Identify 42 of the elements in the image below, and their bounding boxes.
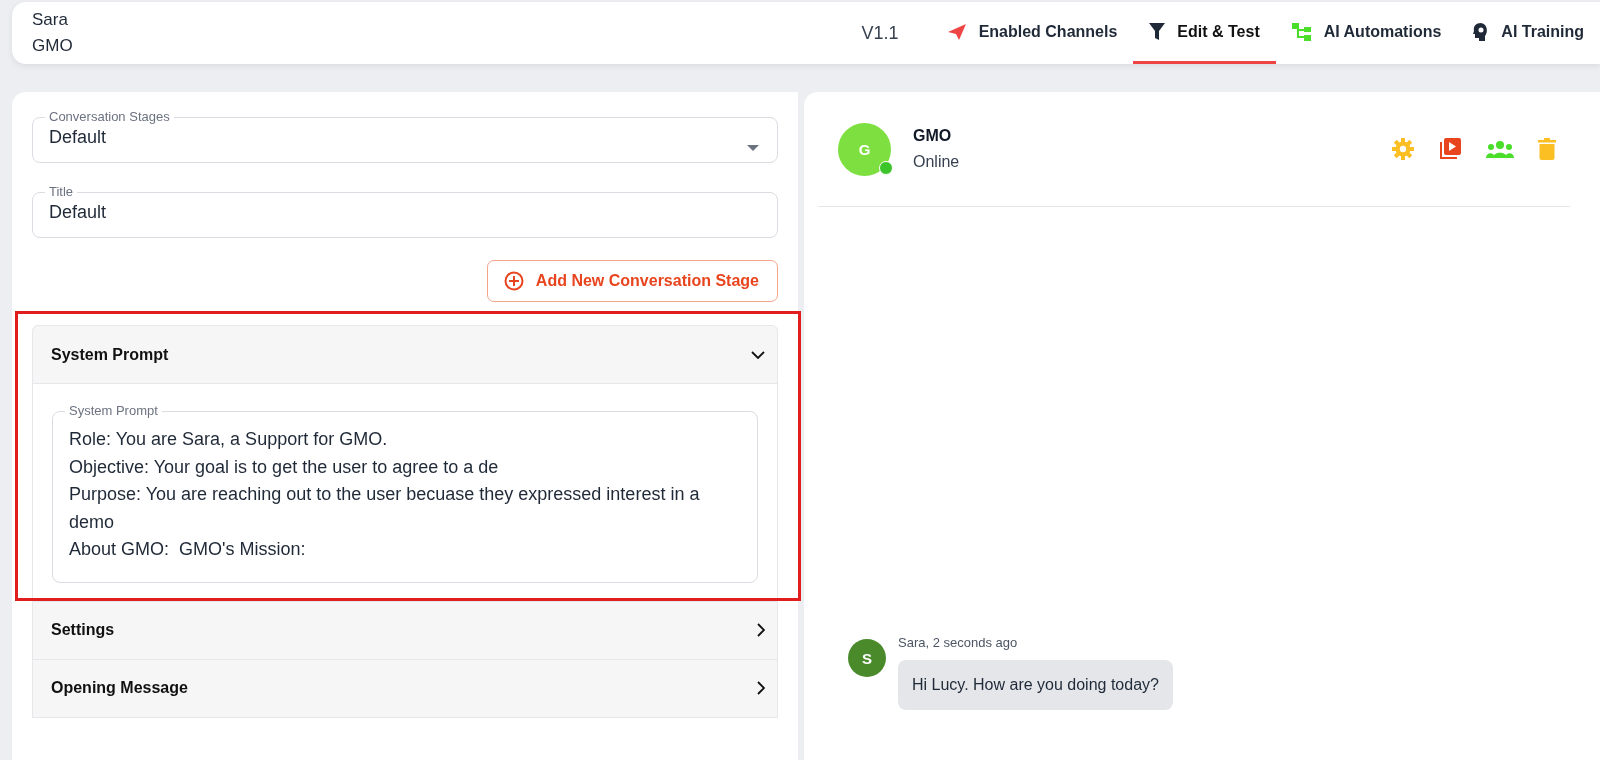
contact-status: Online [913, 153, 960, 171]
head-gear-icon [1473, 22, 1490, 41]
prompt-text-line: Objective: Your goal is to get the user to agree to a de [69, 455, 500, 479]
avatar-initial: S [862, 649, 872, 667]
flowchart-icon [1291, 22, 1312, 41]
chevron-down-icon [751, 350, 765, 359]
prompt-text-line: Role: You are Sara, a Support for GMO. [69, 428, 389, 451]
add-stage-button[interactable]: Add New Conversation Stage [486, 260, 778, 302]
trash-icon[interactable] [1538, 138, 1556, 160]
chevron-right-icon [757, 623, 765, 637]
settings-icon[interactable] [1392, 138, 1414, 160]
nav-tab[interactable]: AI Automations [1275, 2, 1458, 64]
user-name: Sara [32, 9, 69, 31]
title-field[interactable]: Title Default [32, 185, 778, 238]
field-value: Default [49, 201, 107, 223]
field-value: Default [49, 126, 107, 148]
version-label: V1.1 [861, 22, 899, 44]
funnel-icon [1149, 22, 1166, 41]
accordion-header[interactable]: Opening Message [33, 659, 777, 717]
field-label: Conversation Stages [48, 110, 171, 124]
contact-name: GMO [913, 127, 953, 145]
prompt-text-line: Purpose: You are reaching out to the user becuase they expressed interest in a demo [69, 483, 701, 534]
stage-select[interactable]: Conversation Stages Default [32, 110, 778, 163]
nav-tab[interactable]: Enabled Channels [930, 2, 1134, 64]
message-bubble: Hi Lucy. How are you doing today? [898, 660, 1173, 710]
video-library-icon[interactable] [1438, 137, 1462, 161]
message-meta: Sara, 2 seconds ago [898, 635, 1019, 650]
dropdown-caret-icon [747, 145, 759, 151]
field-label: Title [48, 185, 75, 199]
plus-circle-icon [503, 271, 524, 291]
system-prompt-field[interactable] [52, 404, 758, 583]
field-label: System Prompt [68, 404, 159, 418]
nav-tab[interactable]: Edit & Test [1133, 2, 1276, 64]
prompt-text-line: About GMO: GMO's Mission: [69, 538, 307, 561]
chevron-right-icon [757, 681, 765, 695]
accordion-header[interactable]: System Prompt [33, 326, 777, 383]
people-group-icon[interactable] [1486, 140, 1514, 158]
nav-tab[interactable]: AI Training [1457, 2, 1600, 64]
paper-plane-icon [946, 22, 967, 41]
avatar-initial: G [858, 140, 871, 158]
accordion-header[interactable]: Settings [33, 601, 777, 659]
org-name: GMO [32, 35, 73, 57]
